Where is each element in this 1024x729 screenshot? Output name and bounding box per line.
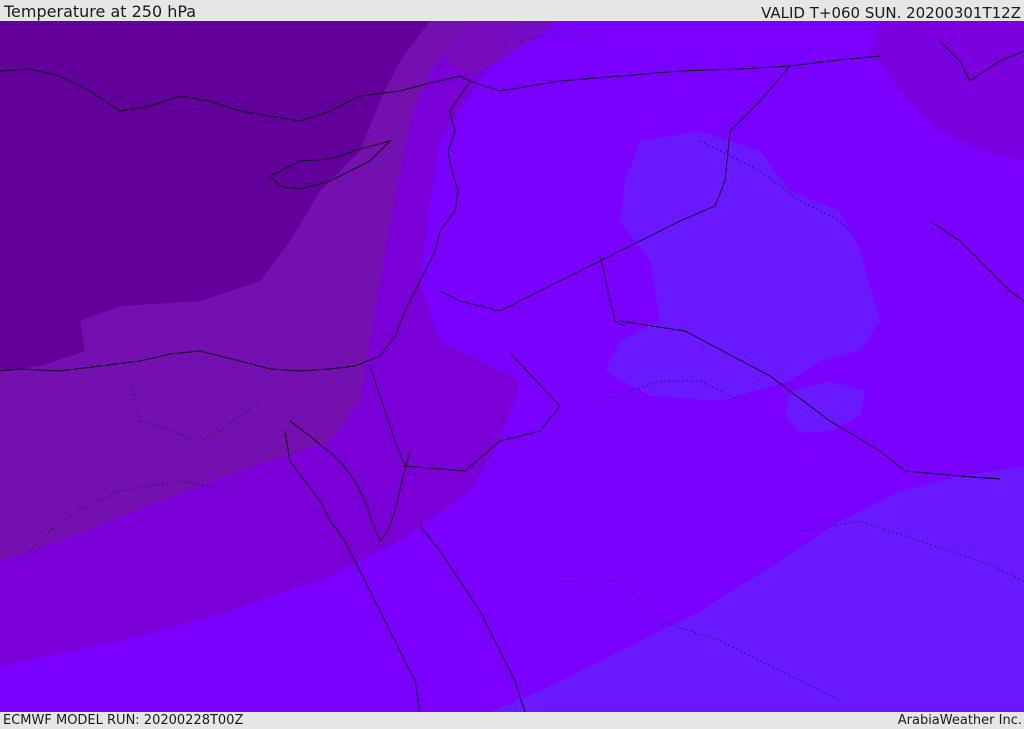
credit-label: ArabiaWeather Inc. [897,713,1022,728]
footer-bar: ECMWF MODEL RUN: 20200228T00Z ArabiaWeat… [0,712,1024,729]
model-run-label: ECMWF MODEL RUN: 20200228T00Z [3,713,244,728]
header-bar: Temperature at 250 hPa VALID T+060 SUN. … [0,0,1024,21]
temperature-map[interactable] [0,21,1024,712]
map-canvas [0,21,1024,712]
valid-time: VALID T+060 SUN. 20200301T12Z [761,4,1021,22]
map-title: Temperature at 250 hPa [4,2,197,21]
